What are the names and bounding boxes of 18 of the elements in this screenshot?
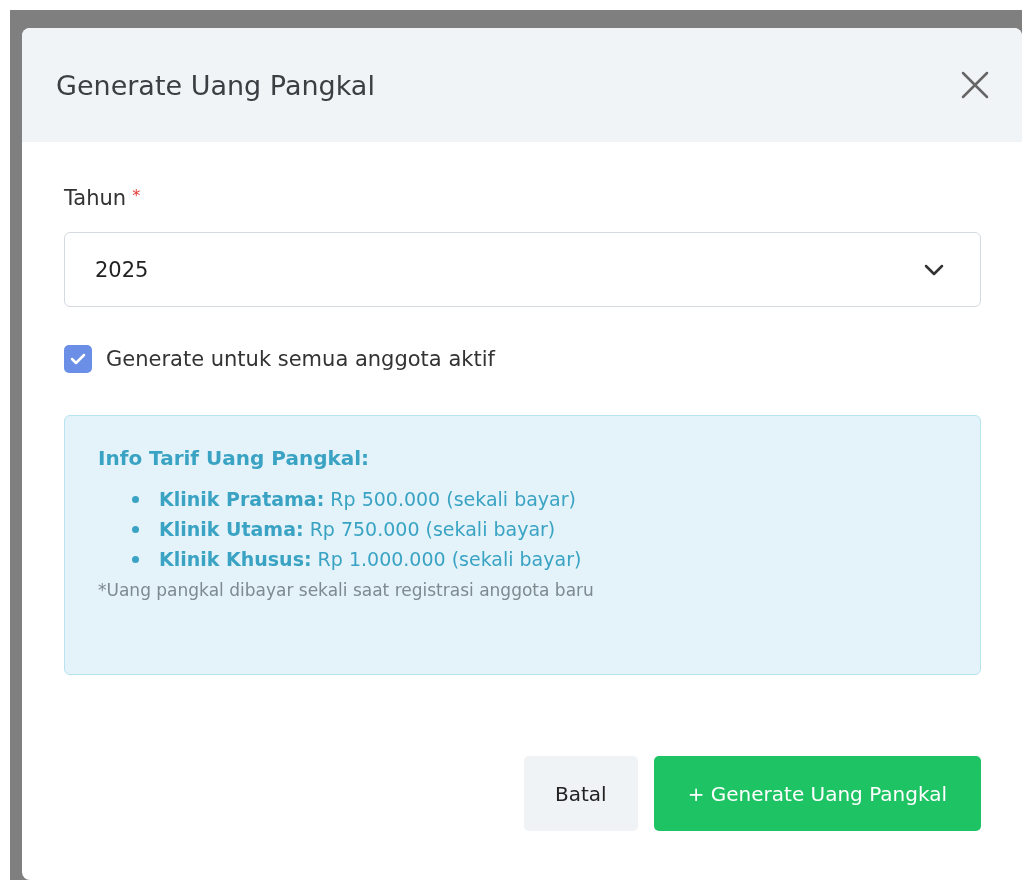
tariff-item: Klinik Utama: Rp 750.000 (sekali bayar) bbox=[159, 518, 556, 540]
bullet-icon bbox=[132, 525, 139, 533]
info-note: *Uang pangkal dibayar sekali saat registrasi anggota baru bbox=[98, 580, 595, 600]
required-mark: * bbox=[132, 186, 141, 207]
field-label: Tahun bbox=[64, 186, 127, 210]
chevron-down-icon bbox=[924, 263, 944, 276]
dialog-title: Generate Uang Pangkal bbox=[56, 69, 375, 101]
checkbox[interactable] bbox=[64, 345, 92, 373]
info-title: Info Tarif Uang Pangkal: bbox=[98, 446, 371, 470]
cancel-button[interactable]: Batal bbox=[524, 756, 638, 831]
bullet-icon bbox=[132, 555, 139, 563]
check-icon bbox=[70, 353, 86, 365]
close-icon[interactable] bbox=[960, 70, 990, 100]
year-select[interactable]: 2025 bbox=[64, 232, 981, 307]
tariff-item: Klinik Khusus: Rp 1.000.000 (sekali bayar) bbox=[159, 548, 582, 570]
checkbox-label: Generate untuk semua anggota aktif bbox=[106, 347, 495, 371]
tariff-item: Klinik Pratama: Rp 500.000 (sekali bayar) bbox=[159, 488, 576, 510]
bullet-icon bbox=[132, 495, 139, 503]
